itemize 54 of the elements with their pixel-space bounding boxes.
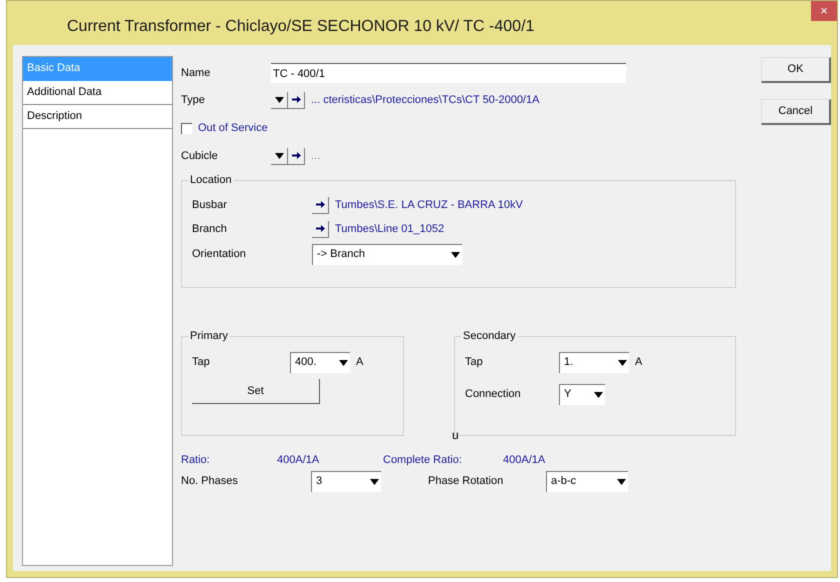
stray-mark: u — [452, 429, 459, 441]
arrow-right-icon — [316, 225, 324, 232]
field-label: No. Phases — [181, 474, 239, 489]
field-label: Tap — [192, 354, 211, 370]
dialog-button[interactable]: OK — [761, 57, 831, 83]
sidebar-item[interactable]: Description — [23, 105, 172, 129]
complete-ratio-label: Complete Ratio: — [383, 452, 463, 468]
unit-label: A — [635, 354, 642, 370]
field-label: Busbar — [192, 198, 228, 213]
caret-down-icon — [339, 360, 348, 366]
field-label: Orientation — [192, 246, 247, 262]
field-label: Phase Rotation — [428, 474, 504, 489]
caret-down-icon — [618, 360, 627, 366]
complete-ratio-value: 400A/1A — [503, 452, 546, 468]
checkbox[interactable] — [181, 122, 192, 134]
field-label: Connection — [465, 386, 522, 402]
phase-rotation-dropdown[interactable]: a-b-c — [546, 470, 628, 492]
cubicle-path: ... — [311, 148, 320, 164]
orientation-dropdown[interactable]: -> Branch — [312, 244, 462, 264]
tap-dropdown[interactable]: 400. — [290, 352, 350, 372]
checkbox-label: Out of Service — [198, 120, 268, 136]
field-label: Type — [181, 92, 206, 108]
caret-down-icon — [594, 392, 603, 398]
caret-down-icon — [451, 252, 460, 258]
arrow-right-icon — [292, 96, 300, 103]
arrow-right-icon — [316, 201, 324, 208]
type-path: ... cteristicas\Protecciones\TCs\CT 50-2000/1A — [311, 92, 540, 108]
connection-dropdown[interactable]: Y — [559, 384, 605, 404]
caret-down-icon — [370, 478, 379, 484]
unit-label: A — [356, 354, 364, 370]
caret-down-icon — [274, 96, 284, 102]
field-label: Name — [181, 66, 212, 81]
jump-button[interactable] — [288, 92, 305, 108]
field-label: Branch — [192, 222, 228, 237]
group-title: Secondary — [461, 329, 518, 343]
close-button[interactable]: × — [811, 1, 837, 21]
name-field[interactable]: TC - 400/1 — [271, 63, 626, 83]
caret-down-icon — [617, 478, 626, 484]
field-label: Cubicle — [181, 148, 219, 164]
tap-dropdown[interactable]: 1. — [559, 352, 629, 372]
set-button[interactable]: Set — [192, 379, 320, 404]
busbar-path: Tumbes\S.E. LA CRUZ - BARRA 10kV — [335, 198, 523, 213]
phases-dropdown[interactable]: 3 — [311, 470, 381, 492]
arrow-right-icon — [292, 152, 300, 159]
ratio-value: 400A/1A — [277, 452, 320, 468]
field-label: Tap — [465, 354, 484, 370]
jump-button[interactable] — [288, 148, 305, 164]
branch-path: Tumbes\Line 01_1052 — [335, 222, 444, 237]
sidebar-item[interactable]: Additional Data — [23, 81, 172, 105]
ratio-label: Ratio: — [181, 452, 211, 468]
dialog-button[interactable]: Cancel — [761, 99, 831, 125]
window-title: Current Transformer - Chiclayo/SE SECHONOR 10 kV/ TC -400/1 — [67, 17, 536, 37]
group-title: Primary — [188, 329, 230, 343]
caret-down-icon — [274, 152, 284, 158]
